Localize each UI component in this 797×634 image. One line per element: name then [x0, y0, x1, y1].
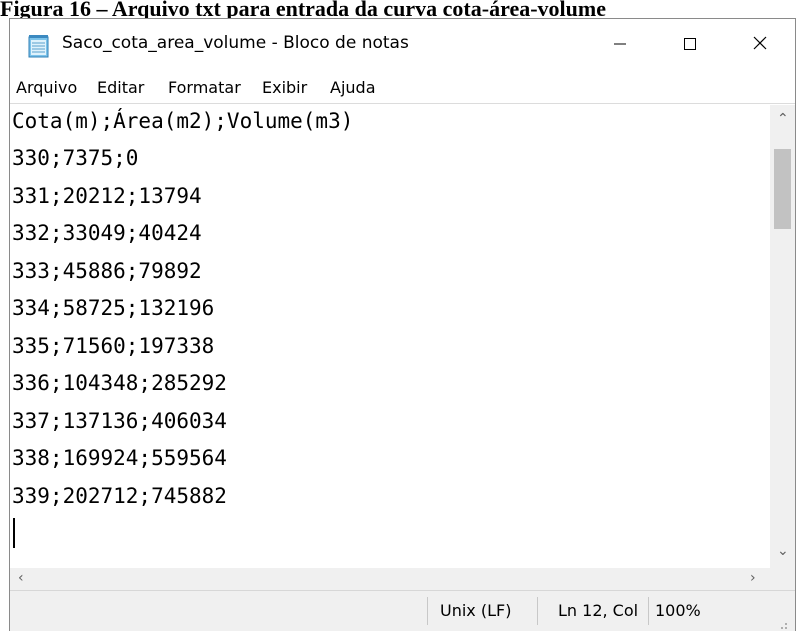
close-button[interactable] — [725, 19, 795, 71]
minimize-icon — [613, 36, 627, 55]
text-line: 332;33049;40424 — [12, 221, 202, 245]
status-separator — [648, 597, 649, 625]
menu-formatar[interactable]: Formatar — [168, 78, 241, 97]
vertical-scroll-thumb[interactable] — [774, 149, 791, 229]
status-bar: Unix (LF) Ln 12, Col 100% — [10, 590, 795, 631]
close-icon — [752, 35, 768, 55]
scrollbar-corner — [770, 568, 795, 590]
text-line: 330;7375;0 — [12, 146, 139, 170]
text-line: Cota(m);Área(m2);Volume(m3) — [12, 109, 354, 133]
text-editor[interactable]: Cota(m);Área(m2);Volume(m3) 330;7375;0 3… — [10, 105, 770, 568]
text-caret — [13, 518, 15, 548]
menu-arquivo[interactable]: Arquivo — [16, 78, 77, 97]
menu-exibir[interactable]: Exibir — [262, 78, 307, 97]
text-line: 339;202712;745882 — [12, 484, 227, 508]
text-line: 338;169924;559564 — [12, 446, 227, 470]
menu-bar: Arquivo Editar Formatar Exibir Ajuda — [10, 73, 795, 104]
line-ending-status: Unix (LF) — [440, 601, 512, 620]
scroll-down-icon[interactable]: ⌄ — [777, 543, 789, 559]
text-line: 336;104348;285292 — [12, 371, 227, 395]
menu-editar[interactable]: Editar — [97, 78, 144, 97]
text-line: 337;137136;406034 — [12, 409, 227, 433]
title-bar[interactable]: Saco_cota_area_volume - Bloco de notas — [10, 19, 795, 71]
window-title: Saco_cota_area_volume - Bloco de notas — [62, 33, 409, 53]
menu-ajuda[interactable]: Ajuda — [330, 78, 376, 97]
notepad-window: Saco_cota_area_volume - Bloco de notas A… — [9, 18, 796, 631]
resize-grip-icon[interactable] — [774, 615, 788, 629]
text-line: 331;20212;13794 — [12, 184, 202, 208]
vertical-scrollbar[interactable]: ⌃ ⌄ — [770, 105, 795, 568]
text-line: 335;71560;197338 — [12, 334, 215, 358]
scroll-left-icon[interactable]: ‹ — [18, 570, 24, 586]
zoom-status: 100% — [655, 601, 701, 620]
cursor-position-status: Ln 12, Col — [558, 601, 639, 620]
horizontal-scrollbar[interactable]: ‹ › — [10, 568, 770, 590]
status-separator — [427, 597, 428, 625]
scroll-up-icon[interactable]: ⌃ — [777, 111, 789, 127]
text-line: 334;58725;132196 — [12, 296, 215, 320]
text-line: 333;45886;79892 — [12, 259, 202, 283]
status-separator — [537, 597, 538, 625]
minimize-button[interactable] — [585, 19, 655, 71]
maximize-button[interactable] — [655, 19, 725, 71]
notepad-icon — [28, 34, 50, 58]
scroll-right-icon[interactable]: › — [750, 570, 756, 586]
maximize-icon — [683, 36, 697, 55]
